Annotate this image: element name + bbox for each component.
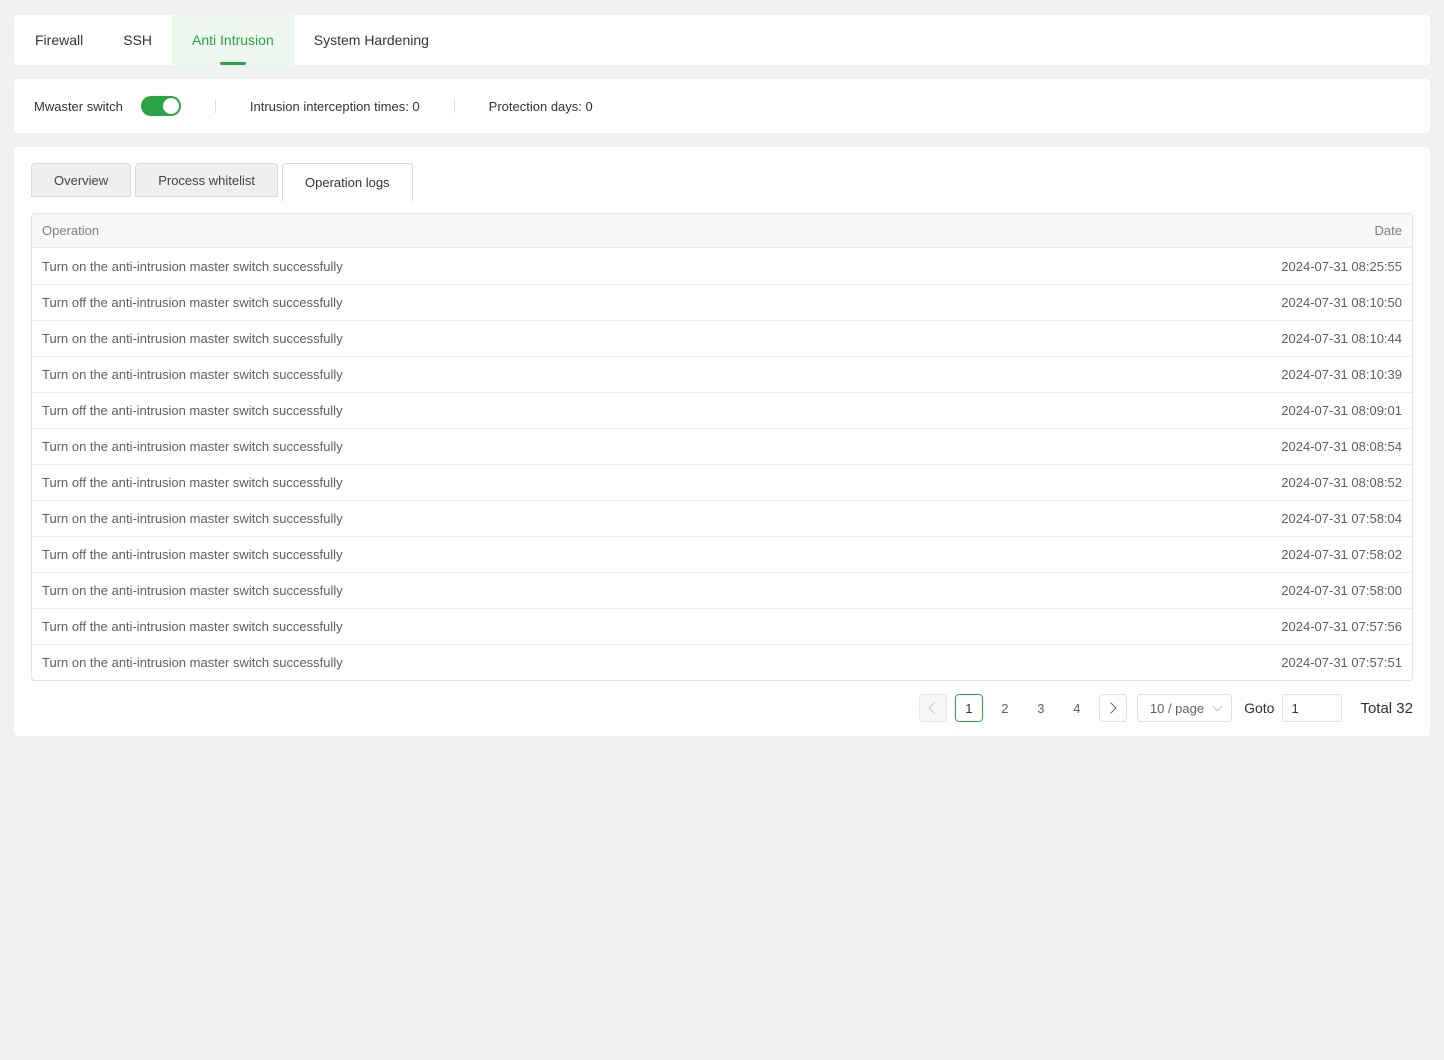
content-tab-bar: Overview Process whitelist Operation log… (31, 163, 1413, 201)
security-page: Firewall SSH Anti Intrusion System Harde… (0, 0, 1444, 765)
master-switch-bar: Mwaster switch Intrusion interception ti… (14, 79, 1430, 133)
module-tab[interactable]: Anti Intrusion (172, 15, 294, 65)
log-operation-cell: Turn on the anti-intrusion master switch… (42, 583, 1281, 598)
module-tab-label: Anti Intrusion (192, 32, 274, 48)
log-operation-cell: Turn off the anti-intrusion master switc… (42, 475, 1281, 490)
table-header-row: Operation Date (32, 214, 1412, 248)
module-tab-label: SSH (123, 32, 152, 48)
module-tab-label: System Hardening (314, 32, 429, 48)
intrusion-interception-stat: Intrusion interception times: 0 (250, 99, 420, 114)
log-date-cell: 2024-07-31 08:08:54 (1281, 439, 1402, 454)
table-row: Turn off the anti-intrusion master switc… (32, 608, 1412, 644)
page-number-label: 4 (1073, 701, 1080, 716)
log-date-cell: 2024-07-31 07:58:02 (1281, 547, 1402, 562)
module-tab-label: Firewall (35, 32, 83, 48)
log-date-cell: 2024-07-31 08:10:39 (1281, 367, 1402, 382)
module-tab[interactable]: Firewall (15, 15, 103, 65)
chevron-right-icon (1106, 702, 1117, 713)
table-body: Turn on the anti-intrusion master switch… (32, 248, 1412, 680)
total-count: Total 32 (1360, 700, 1413, 717)
table-row: Turn off the anti-intrusion master switc… (32, 392, 1412, 428)
content-tab[interactable]: Operation logs (282, 163, 413, 201)
log-operation-cell: Turn on the anti-intrusion master switch… (42, 655, 1281, 670)
table-row: Turn on the anti-intrusion master switch… (32, 428, 1412, 464)
page-number-list: 1 2 3 4 (951, 694, 1095, 722)
page-number-button[interactable]: 4 (1063, 694, 1091, 722)
toggle-knob-icon (163, 98, 179, 114)
table-row: Turn on the anti-intrusion master switch… (32, 248, 1412, 284)
column-header-date: Date (1375, 223, 1402, 238)
log-operation-cell: Turn on the anti-intrusion master switch… (42, 439, 1281, 454)
table-row: Turn on the anti-intrusion master switch… (32, 356, 1412, 392)
log-date-cell: 2024-07-31 07:57:56 (1281, 619, 1402, 634)
log-operation-cell: Turn on the anti-intrusion master switch… (42, 331, 1281, 346)
module-tab[interactable]: System Hardening (294, 15, 449, 65)
log-date-cell: 2024-07-31 08:25:55 (1281, 259, 1402, 274)
log-date-cell: 2024-07-31 07:57:51 (1281, 655, 1402, 670)
log-operation-cell: Turn off the anti-intrusion master switc… (42, 295, 1281, 310)
protection-days-stat: Protection days: 0 (489, 99, 593, 114)
log-operation-cell: Turn off the anti-intrusion master switc… (42, 619, 1281, 634)
page-number-label: 2 (1001, 701, 1008, 716)
page-number-button[interactable]: 3 (1027, 694, 1055, 722)
page-number-label: 1 (965, 701, 972, 716)
log-operation-cell: Turn off the anti-intrusion master switc… (42, 547, 1281, 562)
operation-logs-table: Operation Date Turn on the anti-intrusio… (31, 213, 1413, 681)
next-page-button[interactable] (1099, 694, 1127, 722)
table-row: Turn on the anti-intrusion master switch… (32, 500, 1412, 536)
content-tab[interactable]: Overview (31, 163, 131, 197)
table-row: Turn on the anti-intrusion master switch… (32, 644, 1412, 680)
table-row: Turn on the anti-intrusion master switch… (32, 320, 1412, 356)
module-tab[interactable]: SSH (103, 15, 172, 65)
page-size-select[interactable]: 10 / page (1137, 694, 1232, 722)
log-date-cell: 2024-07-31 07:58:00 (1281, 583, 1402, 598)
pagination: 1 2 3 4 (31, 694, 1413, 722)
table-row: Turn off the anti-intrusion master switc… (32, 284, 1412, 320)
master-switch-toggle[interactable] (141, 96, 181, 116)
log-date-cell: 2024-07-31 07:58:04 (1281, 511, 1402, 526)
log-operation-cell: Turn on the anti-intrusion master switch… (42, 367, 1281, 382)
content-tab-label: Overview (54, 173, 108, 188)
log-date-cell: 2024-07-31 08:10:50 (1281, 295, 1402, 310)
anti-intrusion-content-card: Overview Process whitelist Operation log… (14, 147, 1430, 736)
column-header-operation: Operation (42, 223, 1375, 238)
log-date-cell: 2024-07-31 08:09:01 (1281, 403, 1402, 418)
goto-page-input[interactable] (1282, 694, 1342, 722)
table-row: Turn off the anti-intrusion master switc… (32, 536, 1412, 572)
divider (215, 99, 216, 113)
page-number-button[interactable]: 1 (955, 694, 983, 722)
log-operation-cell: Turn on the anti-intrusion master switch… (42, 511, 1281, 526)
content-tab-label: Process whitelist (158, 173, 255, 188)
log-date-cell: 2024-07-31 08:08:52 (1281, 475, 1402, 490)
module-tab-bar: Firewall SSH Anti Intrusion System Harde… (14, 15, 1430, 65)
prev-page-button[interactable] (919, 694, 947, 722)
chevron-down-icon (1213, 702, 1223, 712)
log-operation-cell: Turn off the anti-intrusion master switc… (42, 403, 1281, 418)
chevron-left-icon (929, 702, 940, 713)
page-size-value: 10 / page (1150, 701, 1204, 716)
page-number-label: 3 (1037, 701, 1044, 716)
content-tab-label: Operation logs (305, 175, 390, 190)
master-switch-label: Mwaster switch (34, 99, 123, 114)
log-operation-cell: Turn on the anti-intrusion master switch… (42, 259, 1281, 274)
content-tab[interactable]: Process whitelist (135, 163, 278, 197)
log-date-cell: 2024-07-31 08:10:44 (1281, 331, 1402, 346)
goto-label: Goto (1244, 700, 1274, 716)
page-number-button[interactable]: 2 (991, 694, 1019, 722)
table-row: Turn on the anti-intrusion master switch… (32, 572, 1412, 608)
table-row: Turn off the anti-intrusion master switc… (32, 464, 1412, 500)
divider (454, 99, 455, 113)
